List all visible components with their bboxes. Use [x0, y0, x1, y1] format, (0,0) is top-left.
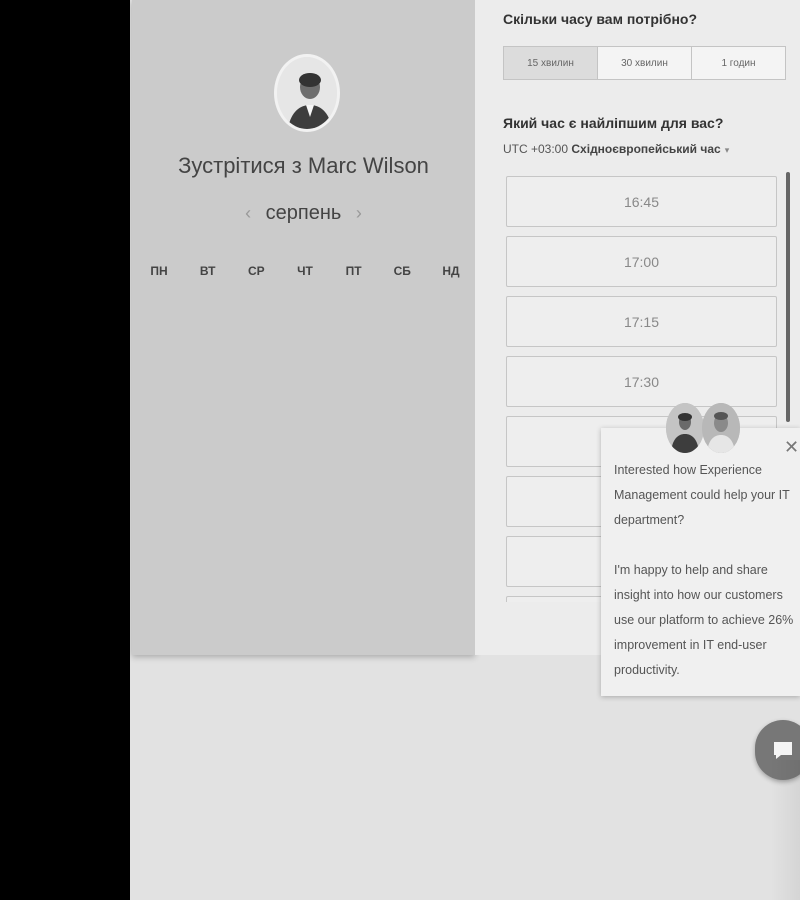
weekday-label: ПТ: [345, 264, 362, 278]
month-navigator: ‹ серпень ›: [132, 202, 475, 225]
duration-question: Скільки часу вам потрібно?: [503, 11, 698, 27]
timezone-offset: UTC +03:00: [503, 142, 569, 156]
weekday-label: ВТ: [199, 264, 216, 278]
time-slot[interactable]: 17:30: [506, 356, 777, 407]
person-avatar-icon: [702, 403, 740, 453]
chat-popup-message: Interested how Experience Management cou…: [614, 458, 798, 708]
duration-option-15[interactable]: 15 хвилин: [504, 47, 598, 79]
duration-option-60[interactable]: 1 годин: [692, 47, 785, 79]
duration-selector: 15 хвилин 30 хвилин 1 годин: [503, 46, 786, 80]
agent-avatar: [702, 403, 740, 453]
weekday-label: ПН: [150, 264, 168, 278]
weekday-label: ЧТ: [297, 264, 313, 278]
timezone-selector[interactable]: UTC +03:00 Східноєвропейський час ▾: [503, 142, 729, 156]
weekday-label: НД: [442, 264, 460, 278]
chat-message-intro: Interested how Experience Management cou…: [614, 463, 790, 527]
duration-option-30[interactable]: 30 хвилин: [598, 47, 692, 79]
scheduling-page: Зустрітися з Marc Wilson ‹ серпень › ПН …: [130, 0, 800, 900]
page-edge-shadow: [770, 760, 800, 900]
person-avatar-icon: [277, 57, 337, 129]
prev-month-button[interactable]: ‹: [236, 203, 260, 224]
host-avatar: [274, 54, 340, 132]
chevron-down-icon: ▾: [724, 145, 730, 155]
agent-avatars: [666, 403, 740, 453]
time-question: Який час є найліпшим для вас?: [503, 115, 724, 131]
time-slot[interactable]: 17:15: [506, 296, 777, 347]
weekday-label: СР: [247, 264, 265, 278]
meet-host-title: Зустрітися з Marc Wilson: [178, 153, 429, 178]
slot-list-scrollbar[interactable]: [786, 172, 790, 422]
weekday-label: СБ: [393, 264, 411, 278]
time-slot[interactable]: 17:00: [506, 236, 777, 287]
close-icon[interactable]: ✕: [784, 438, 799, 456]
weekday-header: ПН ВТ СР ЧТ ПТ СБ НД: [146, 264, 464, 278]
host-calendar-panel: Зустрітися з Marc Wilson ‹ серпень › ПН …: [132, 0, 475, 655]
chat-bubble-icon: [774, 742, 792, 759]
timezone-name: Східноєвропейський час: [571, 142, 721, 156]
agent-avatar: [666, 403, 704, 453]
person-avatar-icon: [666, 403, 704, 453]
time-slot[interactable]: 16:45: [506, 176, 777, 227]
month-label: серпень: [265, 202, 342, 224]
chat-message-offer: I'm happy to help and share insight into…: [614, 563, 794, 677]
next-month-button[interactable]: ›: [347, 203, 371, 224]
